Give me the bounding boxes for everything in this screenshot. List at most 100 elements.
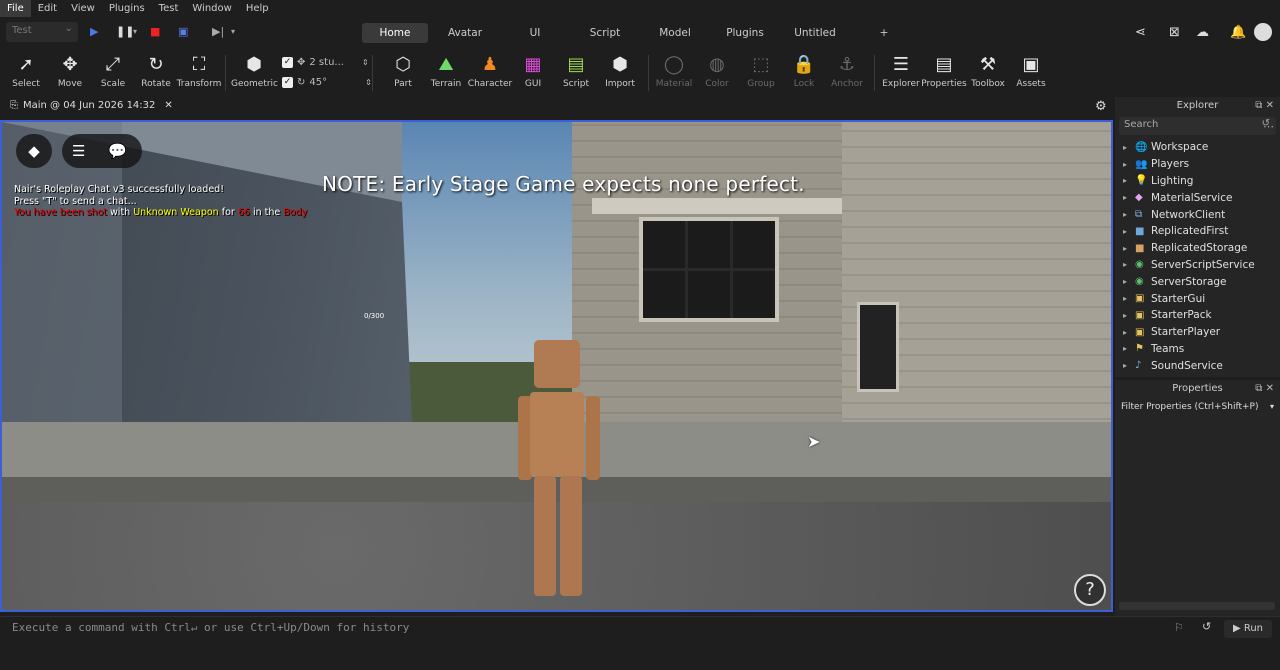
- part-button[interactable]: ⬡ Part: [380, 53, 426, 89]
- step-icon[interactable]: ▶|: [212, 25, 224, 38]
- expand-arrow-icon[interactable]: ▸: [1123, 244, 1135, 253]
- properties-window-controls[interactable]: ⧉ ✕: [1255, 380, 1274, 398]
- gear-icon[interactable]: ⚙: [1095, 99, 1107, 114]
- explorer-item-serverscriptservice[interactable]: ▸ ◉ ServerScriptService: [1115, 257, 1280, 274]
- doc-tab-main[interactable]: ⎘ Main @ 04 Jun 2026 14:32 ✕: [10, 100, 173, 111]
- play-options-chevron-icon[interactable]: ▾: [133, 27, 137, 36]
- group-button[interactable]: ⬚ Group: [738, 53, 784, 89]
- expand-arrow-icon[interactable]: ▸: [1123, 210, 1135, 219]
- tab-untitled[interactable]: Untitled: [790, 23, 840, 43]
- explorer-item-players[interactable]: ▸ 👥 Players: [1115, 156, 1280, 173]
- client-server-icon[interactable]: ▣: [178, 25, 188, 38]
- explorer-button[interactable]: ☰ Explorer: [878, 53, 924, 89]
- chevron-down-icon[interactable]: ▾: [1270, 402, 1274, 411]
- geometric-mode-button[interactable]: ⬢ Geometric: [231, 53, 278, 89]
- select-tool-button[interactable]: ➚ Select: [3, 53, 49, 89]
- history-icon[interactable]: ↺: [1202, 620, 1211, 633]
- snap-rotate-stepper-icon[interactable]: ⇕: [365, 78, 372, 87]
- collaborate-icon[interactable]: ⊠: [1169, 25, 1180, 40]
- chat-icon[interactable]: 💬: [108, 134, 127, 168]
- add-tab-button[interactable]: +: [876, 23, 892, 43]
- explorer-item-replicatedfirst[interactable]: ▸ ■ ReplicatedFirst: [1115, 223, 1280, 240]
- help-button[interactable]: ?: [1074, 574, 1106, 606]
- explorer-item-starterpack[interactable]: ▸ ▣ StarterPack: [1115, 307, 1280, 324]
- properties-filter-input[interactable]: Filter Properties (Ctrl+Shift+P) ▾: [1115, 398, 1280, 416]
- expand-arrow-icon[interactable]: ▸: [1123, 227, 1135, 236]
- snap-move-control[interactable]: ✓ ✥ 2 stu... ⇕: [282, 57, 369, 68]
- material-button[interactable]: ◯ Material: [651, 53, 697, 89]
- avatar[interactable]: [1254, 23, 1272, 41]
- step-chevron-icon[interactable]: ▾: [231, 27, 235, 36]
- menu-edit[interactable]: Edit: [31, 0, 64, 17]
- command-input[interactable]: Execute a command with Ctrl↵ or use Ctrl…: [12, 621, 409, 634]
- explorer-item-soundservice[interactable]: ▸ ♪ SoundService: [1115, 357, 1280, 374]
- script-button[interactable]: ▤ Script: [553, 53, 599, 89]
- expand-arrow-icon[interactable]: ▸: [1123, 311, 1135, 320]
- expand-arrow-icon[interactable]: ▸: [1123, 193, 1135, 202]
- stop-icon[interactable]: ■: [150, 25, 160, 38]
- tab-home[interactable]: Home: [362, 23, 428, 43]
- notification-bell-icon[interactable]: 🔔: [1230, 25, 1246, 40]
- tab-script[interactable]: Script: [582, 23, 628, 43]
- share-icon[interactable]: ⋖: [1135, 25, 1146, 40]
- expand-arrow-icon[interactable]: ▸: [1123, 294, 1135, 303]
- bookmark-icon[interactable]: ⚐: [1174, 621, 1184, 634]
- rotate-tool-button[interactable]: ↻ Rotate: [133, 53, 179, 89]
- menu-plugins[interactable]: Plugins: [102, 0, 152, 17]
- explorer-item-teams[interactable]: ▸ ⚑ Teams: [1115, 341, 1280, 358]
- snap-rotate-checkbox[interactable]: ✓: [282, 77, 293, 88]
- explorer-item-lighting[interactable]: ▸ 💡 Lighting: [1115, 173, 1280, 190]
- terrain-button[interactable]: ⛰ Terrain: [423, 53, 469, 89]
- menu-window[interactable]: Window: [185, 0, 238, 17]
- explorer-item-workspace[interactable]: ▸ 🌐 Workspace: [1115, 139, 1280, 156]
- cloud-icon[interactable]: ☁: [1196, 25, 1209, 40]
- properties-button[interactable]: ▤ Properties: [921, 53, 967, 89]
- expand-arrow-icon[interactable]: ▸: [1123, 176, 1135, 185]
- game-viewport[interactable]: ◆ ☰ 💬 Nair's Roleplay Chat v3 successful…: [0, 120, 1113, 612]
- snap-rotate-control[interactable]: ✓ ↻ 45° ⇕: [282, 77, 372, 88]
- play-icon[interactable]: ▶: [90, 25, 98, 38]
- snap-move-stepper-icon[interactable]: ⇕: [362, 58, 369, 67]
- character-button[interactable]: ♟ Character: [467, 53, 513, 89]
- tab-ui[interactable]: UI: [520, 23, 550, 43]
- menu-help[interactable]: Help: [239, 0, 276, 17]
- import-button[interactable]: ⬢ Import: [597, 53, 643, 89]
- explorer-window-controls[interactable]: ⧉ ✕: [1255, 97, 1274, 115]
- expand-arrow-icon[interactable]: ▸: [1123, 277, 1135, 286]
- expand-arrow-icon[interactable]: ▸: [1123, 344, 1135, 353]
- menu-view[interactable]: View: [64, 0, 102, 17]
- lock-button[interactable]: 🔒 Lock: [781, 53, 827, 89]
- test-mode-select[interactable]: Test: [6, 22, 78, 42]
- explorer-item-networkclient[interactable]: ▸ ⧉ NetworkClient: [1115, 206, 1280, 223]
- explorer-item-starterplayer[interactable]: ▸ ▣ StarterPlayer: [1115, 324, 1280, 341]
- expand-arrow-icon[interactable]: ▸: [1123, 143, 1135, 152]
- tab-model[interactable]: Model: [652, 23, 698, 43]
- anchor-button[interactable]: ⚓ Anchor: [824, 53, 870, 89]
- gui-button[interactable]: ▦ GUI: [510, 53, 556, 89]
- explorer-item-serverstorage[interactable]: ▸ ◉ ServerStorage: [1115, 273, 1280, 290]
- explorer-item-materialservice[interactable]: ▸ ◆ MaterialService: [1115, 189, 1280, 206]
- toolbox-button[interactable]: ⚒ Toolbox: [965, 53, 1011, 89]
- explorer-item-replicatedstorage[interactable]: ▸ ■ ReplicatedStorage: [1115, 240, 1280, 257]
- color-button[interactable]: ◍ Color: [694, 53, 740, 89]
- assets-button[interactable]: ▣ Assets: [1008, 53, 1054, 89]
- more-options-icon[interactable]: ⋯: [1263, 120, 1274, 133]
- expand-arrow-icon[interactable]: ▸: [1123, 328, 1135, 337]
- explorer-search-input[interactable]: Search ↺: [1119, 117, 1276, 135]
- expand-arrow-icon[interactable]: ▸: [1123, 361, 1135, 370]
- menu-test[interactable]: Test: [152, 0, 186, 17]
- menu-file[interactable]: File: [0, 0, 31, 17]
- close-icon[interactable]: ✕: [164, 100, 172, 111]
- hamburger-menu-icon[interactable]: ☰: [72, 134, 85, 168]
- expand-arrow-icon[interactable]: ▸: [1123, 260, 1135, 269]
- transform-tool-button[interactable]: ⛶ Transform: [176, 53, 222, 89]
- tab-avatar[interactable]: Avatar: [440, 23, 490, 43]
- tab-plugins[interactable]: Plugins: [720, 23, 770, 43]
- explorer-item-startergui[interactable]: ▸ ▣ StarterGui: [1115, 290, 1280, 307]
- run-button[interactable]: ▶ Run: [1224, 620, 1272, 638]
- move-tool-button[interactable]: ✥ Move: [47, 53, 93, 89]
- properties-scrollbar[interactable]: [1119, 602, 1275, 610]
- expand-arrow-icon[interactable]: ▸: [1123, 160, 1135, 169]
- pause-icon[interactable]: ❚❚: [116, 25, 134, 38]
- snap-move-checkbox[interactable]: ✓: [282, 57, 293, 68]
